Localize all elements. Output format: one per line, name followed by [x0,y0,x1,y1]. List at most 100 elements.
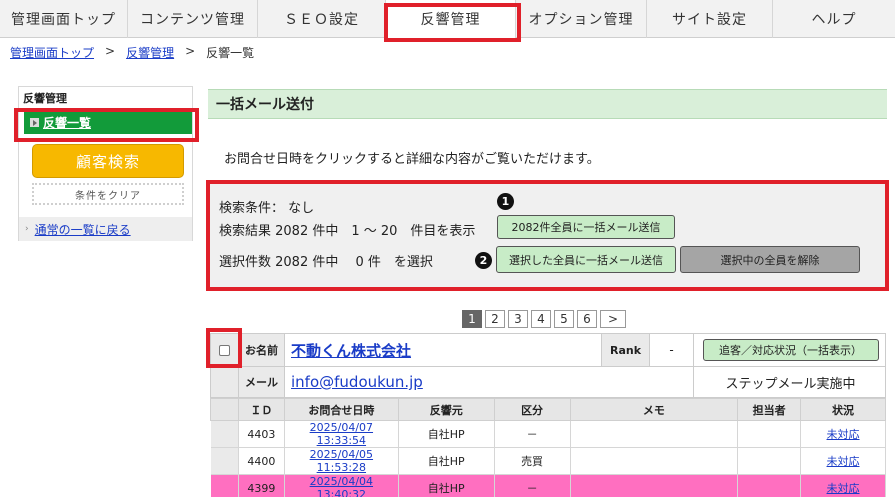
nav-item-help[interactable]: ヘルプ [773,0,895,38]
company-name-cell: 不動くん株式会社 [285,334,602,366]
name-label: お名前 [239,334,285,366]
table-row: 4399 2025/04/04 13:40:32 自社HP － 未対応 [210,474,886,497]
search-result-text: 検索結果 2082 件中 1 ～ 20 件目を表示 [219,224,476,239]
page-button[interactable]: 4 [531,310,551,328]
row-staff [737,447,802,475]
select-cell [211,334,239,366]
row-id: 4403 [237,420,285,448]
nav-item-inquiry[interactable]: 反響管理 [386,0,516,38]
search-condition-text: 検索条件： なし [219,201,315,216]
page-title: 一括メール送付 [208,89,887,119]
status-link[interactable]: 未対応 [827,455,860,468]
row-kind: － [493,420,571,448]
step-mail-status: ステップメール実施中 [725,376,856,392]
column-header-status: 状況 [800,398,886,421]
page-button[interactable]: 5 [554,310,574,328]
breadcrumb-current: 反響一覧 [206,46,255,60]
status-link[interactable]: 未対応 [827,482,860,495]
email-link[interactable]: info@fudoukun.jp [285,373,423,391]
row-spacer [210,420,239,448]
nav-item-contents[interactable]: コンテンツ管理 [128,0,258,38]
customer-name-row: お名前 不動くん株式会社 Rank - 追客／対応状況（一括表示） [210,333,886,367]
customer-search-button[interactable]: 顧客検索 [32,144,184,178]
rank-value: - [650,334,694,366]
next-page-button[interactable]: > [600,310,626,328]
callout-badge-2: 2 [475,252,492,269]
mail-label: メール [239,367,285,397]
row-status: 未対応 [800,474,886,497]
sidebar-item-inquiry-list[interactable]: 反響一覧 [24,111,192,134]
row-id: 4400 [237,447,285,475]
row-staff [737,420,802,448]
inquiry-date-link[interactable]: 2025/04/07 13:33:54 [310,421,373,447]
customer-mail-row: メール info@fudoukun.jp ステップメール実施中 [210,366,886,398]
row-source: 自社HP [397,420,495,448]
top-nav: 管理画面トップ コンテンツ管理 ＳＥＯ設定 反響管理 オプション管理 サイト設定… [0,0,895,38]
page-button[interactable]: 2 [485,310,505,328]
page-button[interactable]: 1 [462,310,482,328]
sidebar: 反響管理 反響一覧 顧客検索 条件をクリア › 通常の一覧に戻る [18,86,193,241]
page-button[interactable]: 6 [577,310,597,328]
select-checkbox[interactable] [219,344,230,356]
breadcrumb-home-link[interactable]: 管理画面トップ [10,44,94,61]
column-header-source: 反響元 [397,398,495,421]
breadcrumb-section-link[interactable]: 反響管理 [126,44,174,61]
pagination: 1 2 3 4 5 6 > [462,310,626,328]
row-spacer [210,447,239,475]
row-status: 未対応 [800,447,886,475]
nav-item-options[interactable]: オプション管理 [516,0,647,38]
row-staff [737,474,802,497]
row-kind: － [493,474,571,497]
back-link-label: 通常の一覧に戻る [34,222,131,237]
row-date: 2025/04/04 13:40:32 [283,474,399,497]
row-memo [569,474,739,497]
column-header-id: ＩＤ [237,398,285,421]
column-header-staff: 担当者 [737,398,802,421]
breadcrumb-separator: > [105,44,116,58]
table-header-row: ＩＤ お問合せ日時 反響元 区分 メモ 担当者 状況 [210,398,886,421]
column-header-kind: 区分 [493,398,571,421]
clear-conditions-button[interactable]: 条件をクリア [32,183,184,205]
row-source: 自社HP [397,447,495,475]
inquiry-date-link[interactable]: 2025/04/05 11:53:28 [310,448,373,474]
table-header-spacer [210,398,239,421]
sidebar-item-label: 反響一覧 [43,116,92,130]
row-id: 4399 [237,474,285,497]
company-name-link[interactable]: 不動くん株式会社 [285,340,411,361]
row-spacer [210,474,239,497]
send-selected-mail-button[interactable]: 選択した全員に一括メール送信 [496,246,676,273]
inquiry-date-link[interactable]: 2025/04/04 13:40:32 [310,475,373,497]
column-header-date: お問合せ日時 [283,398,399,421]
arrow-right-icon [30,118,39,127]
selected-count-text: 選択件数 2082 件中 0 件 を選択 [219,255,433,270]
table-row: 4403 2025/04/07 13:33:54 自社HP － 未対応 [210,420,886,448]
status-button-cell: 追客／対応状況（一括表示） [694,334,887,366]
breadcrumb-separator: > [185,44,196,58]
followup-status-button[interactable]: 追客／対応状況（一括表示） [702,339,879,361]
table-row: 4400 2025/04/05 11:53:28 自社HP 売買 未対応 [210,447,886,475]
caret-right-icon: › [25,224,29,234]
clear-selected-button[interactable]: 選択中の全員を解除 [680,246,860,273]
intro-text: お問合せ日時をクリックすると詳細な内容がご覧いただけます。 [224,152,600,167]
nav-item-seo[interactable]: ＳＥＯ設定 [258,0,386,38]
callout-badge-1: 1 [497,193,514,210]
nav-item-admin-top[interactable]: 管理画面トップ [0,0,128,38]
nav-item-site-settings[interactable]: サイト設定 [647,0,773,38]
mail-spacer [211,367,239,397]
row-memo [569,420,739,448]
row-status: 未対応 [800,420,886,448]
send-all-mail-button[interactable]: 2082件全員に一括メール送信 [497,215,675,239]
page-button[interactable]: 3 [508,310,528,328]
back-to-list-link[interactable]: › 通常の一覧に戻る [19,217,192,241]
breadcrumb: 管理画面トップ > 反響管理 > 反響一覧 [10,44,254,61]
row-source: 自社HP [397,474,495,497]
inquiry-table: ＩＤ お問合せ日時 反響元 区分 メモ 担当者 状況 4403 2025/04/… [210,398,886,497]
column-header-memo: メモ [569,398,739,421]
status-link[interactable]: 未対応 [827,428,860,441]
row-memo [569,447,739,475]
row-date: 2025/04/07 13:33:54 [283,420,399,448]
row-date: 2025/04/05 11:53:28 [283,447,399,475]
sidebar-title: 反響管理 [23,92,67,105]
rank-label: Rank [602,334,650,366]
row-kind: 売買 [493,447,571,475]
